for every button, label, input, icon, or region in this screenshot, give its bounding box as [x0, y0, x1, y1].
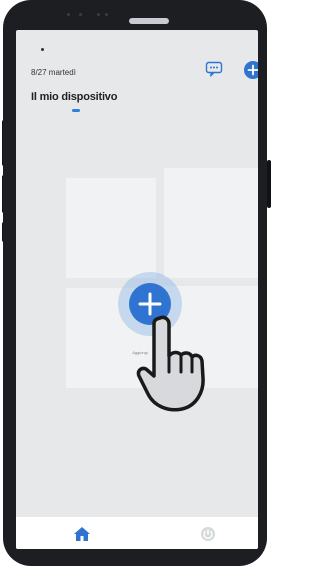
sensor-dot	[105, 13, 108, 16]
plus-icon	[244, 61, 258, 79]
home-icon	[74, 527, 90, 541]
sensor-dot	[79, 13, 82, 16]
power-icon	[201, 527, 215, 541]
date-label: 8/27 martedì	[31, 68, 76, 77]
app-screen: 8/27 martedì Il mio dispositivo Aggiungi	[16, 30, 258, 549]
chat-button[interactable]	[205, 60, 223, 78]
phone-side-button	[267, 160, 271, 208]
bottom-tab-bar	[16, 517, 258, 549]
pointing-hand-icon	[136, 315, 205, 412]
tab-home[interactable]	[72, 525, 92, 543]
tab-power[interactable]	[198, 525, 218, 543]
phone-frame: 8/27 martedì Il mio dispositivo Aggiungi	[3, 0, 267, 566]
add-button-header[interactable]	[244, 61, 258, 79]
phone-top-bezel	[33, 8, 237, 28]
earpiece-speaker	[129, 18, 169, 24]
title-underline	[72, 109, 80, 112]
sensor-dot	[67, 13, 70, 16]
sensor-dot	[97, 13, 100, 16]
status-indicator	[41, 48, 44, 51]
chat-icon	[205, 61, 223, 78]
page-title: Il mio dispositivo	[31, 91, 118, 103]
